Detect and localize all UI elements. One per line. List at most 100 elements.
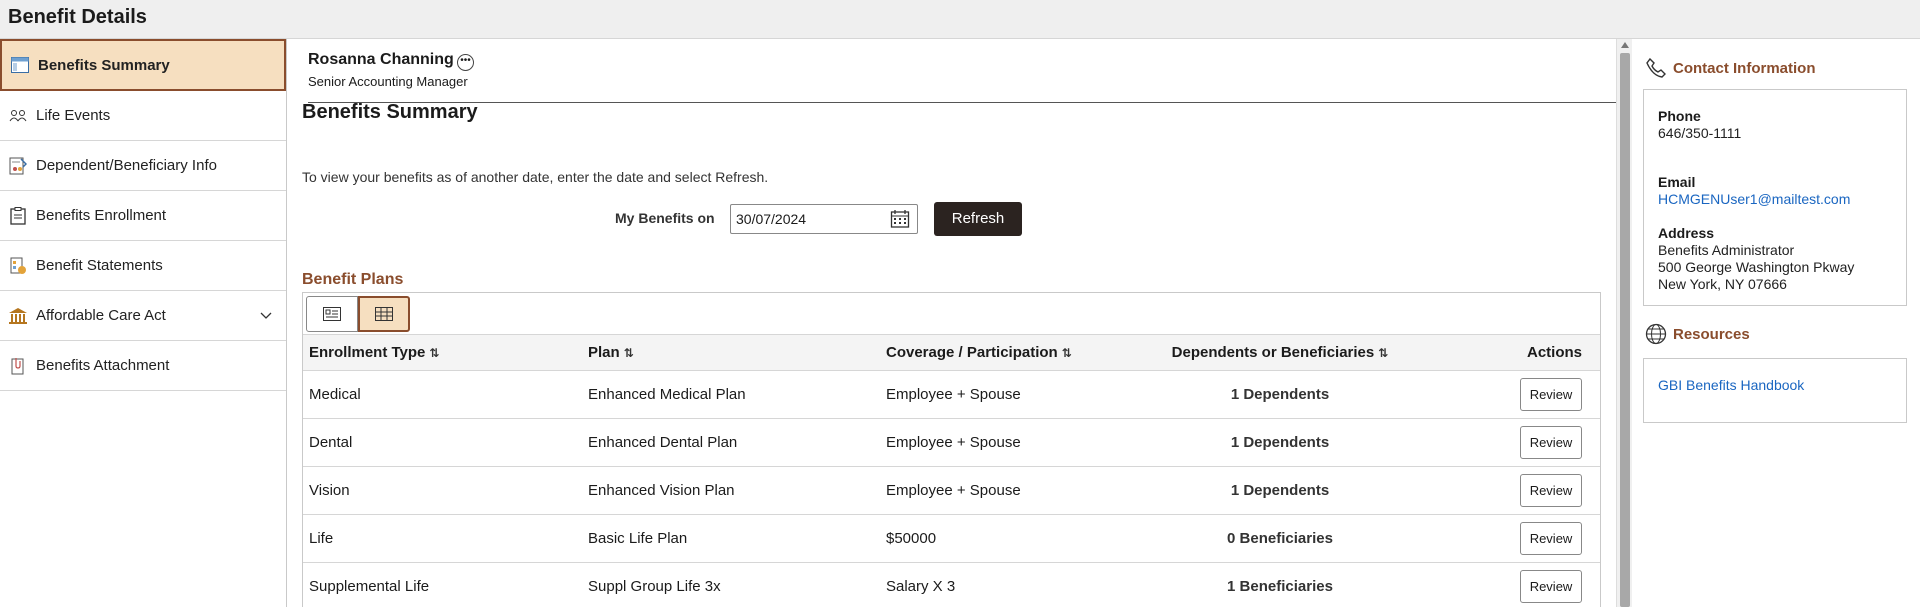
nav-item-label: Benefit Statements	[36, 257, 163, 274]
scrollbar-thumb[interactable]	[1620, 53, 1630, 607]
coverage-cell: Employee + Spouse	[880, 370, 1136, 419]
contact-heading: Contact Information	[1645, 57, 1816, 79]
nav-item-benefit-statements[interactable]: Benefit Statements	[0, 241, 286, 291]
dependents-cell: 0 Beneficiaries	[1136, 514, 1424, 563]
people-icon	[8, 106, 28, 126]
benefit-plans-title: Benefit Plans	[302, 271, 404, 288]
coverage-cell: Employee + Spouse	[880, 466, 1136, 515]
review-button[interactable]: Review	[1520, 474, 1582, 507]
dependent-form-icon	[8, 156, 28, 176]
nav-item-dependent-info[interactable]: Dependent/Beneficiary Info	[0, 141, 286, 191]
resources-heading: Resources	[1645, 323, 1750, 345]
table-row: Supplemental Life Suppl Group Life 3x Sa…	[303, 562, 1600, 607]
more-options-icon[interactable]: •••	[457, 54, 474, 71]
sort-icon[interactable]: ⇅	[1378, 346, 1388, 360]
nav-item-label: Dependent/Beneficiary Info	[36, 157, 217, 174]
address-line-2: 500 George Washington Pkway	[1658, 259, 1855, 275]
main-content: Rosanna Channing ••• Senior Accounting M…	[288, 39, 1616, 607]
nav-item-affordable-care-act[interactable]: Affordable Care Act	[0, 291, 286, 341]
globe-icon	[1645, 323, 1667, 345]
sort-icon[interactable]: ⇅	[624, 346, 634, 360]
summary-icon	[10, 55, 30, 75]
view-toggle	[306, 296, 410, 332]
column-header-actions: Actions	[1424, 334, 1600, 371]
dependents-cell: 1 Dependents	[1136, 370, 1424, 419]
review-button[interactable]: Review	[1520, 522, 1582, 555]
plan-cell: Enhanced Dental Plan	[582, 418, 880, 467]
nav-item-label: Affordable Care Act	[36, 307, 166, 324]
table-row: Dental Enhanced Dental Plan Employee + S…	[303, 418, 1600, 467]
contact-info-box: Phone 646/350-1111 Email HCMGENUser1@mai…	[1643, 89, 1907, 306]
enrollment-type-cell: Supplemental Life	[303, 562, 582, 607]
attachment-icon	[8, 356, 28, 376]
section-heading: Benefits Summary	[302, 101, 478, 123]
table-header-row: Enrollment Type ⇅ Plan ⇅ Coverage / Partic…	[303, 334, 1600, 371]
coverage-cell: Salary X 3	[880, 562, 1136, 607]
enrollment-type-cell: Vision	[303, 466, 582, 515]
column-header-dependents[interactable]: Dependents or Beneficiaries ⇅	[1136, 334, 1424, 371]
calendar-icon[interactable]	[890, 209, 910, 229]
card-view-button[interactable]	[306, 296, 358, 332]
phone-icon	[1645, 57, 1667, 79]
statement-icon	[8, 256, 28, 276]
address-line-1: Benefits Administrator	[1658, 242, 1795, 258]
person-job-title: Senior Accounting Manager	[308, 74, 468, 89]
enrollment-type-cell: Life	[303, 514, 582, 563]
phone-value: 646/350-1111	[1658, 125, 1742, 141]
review-button[interactable]: Review	[1520, 426, 1582, 459]
page-header: Benefit Details	[0, 0, 1920, 39]
chevron-down-icon[interactable]	[260, 307, 272, 324]
instructions-text: To view your benefits as of another date…	[302, 169, 769, 185]
page-title: Benefit Details	[8, 6, 147, 28]
table-row: Medical Enhanced Medical Plan Employee +…	[303, 370, 1600, 419]
plan-cell: Enhanced Vision Plan	[582, 466, 880, 515]
column-header-plan[interactable]: Plan ⇅	[582, 334, 880, 371]
date-label: My Benefits on	[615, 210, 715, 226]
address-label: Address	[1658, 225, 1715, 241]
enrollment-type-cell: Medical	[303, 370, 582, 419]
sort-icon[interactable]: ⇅	[429, 346, 439, 360]
scroll-up-icon[interactable]	[1621, 42, 1629, 48]
nav-item-benefits-attachment[interactable]: Benefits Attachment	[0, 341, 286, 391]
nav-item-label: Benefits Enrollment	[36, 207, 167, 224]
address-line-3: New York, NY 07666	[1658, 276, 1787, 292]
plan-cell: Enhanced Medical Plan	[582, 370, 880, 419]
dependents-cell: 1 Dependents	[1136, 466, 1424, 515]
card-view-icon	[323, 307, 341, 321]
nav-item-benefits-summary[interactable]: Benefits Summary	[0, 39, 286, 91]
email-link[interactable]: HCMGENUser1@mailtest.com	[1658, 191, 1850, 208]
review-button[interactable]: Review	[1520, 378, 1582, 411]
coverage-cell: $50000	[880, 514, 1136, 563]
refresh-button[interactable]: Refresh	[934, 202, 1022, 236]
coverage-cell: Employee + Spouse	[880, 418, 1136, 467]
column-header-enrollment-type[interactable]: Enrollment Type ⇅	[303, 334, 582, 371]
handbook-link[interactable]: GBI Benefits Handbook	[1658, 377, 1804, 394]
nav-item-label: Benefits Summary	[38, 56, 170, 74]
clipboard-icon	[8, 206, 28, 226]
email-label: Email	[1658, 174, 1696, 190]
nav-item-label: Life Events	[36, 107, 111, 124]
table-row: Life Basic Life Plan $50000 0 Beneficiar…	[303, 514, 1600, 563]
institution-icon	[8, 306, 28, 326]
nav-item-label: Benefits Attachment	[36, 357, 170, 374]
sort-icon[interactable]: ⇅	[1062, 346, 1072, 360]
enrollment-type-cell: Dental	[303, 418, 582, 467]
table-row: Vision Enhanced Vision Plan Employee + S…	[303, 466, 1600, 515]
person-name: Rosanna Channing	[308, 51, 454, 68]
plan-cell: Suppl Group Life 3x	[582, 562, 880, 607]
dependents-cell: 1 Dependents	[1136, 418, 1424, 467]
vertical-scrollbar[interactable]	[1616, 39, 1632, 607]
plan-cell: Basic Life Plan	[582, 514, 880, 563]
benefit-plans-table: Enrollment Type ⇅ Plan ⇅ Coverage / Partic…	[303, 334, 1600, 607]
dependents-cell: 1 Beneficiaries	[1136, 562, 1424, 607]
right-panel: Contact Information Phone 646/350-1111 E…	[1633, 39, 1920, 607]
review-button[interactable]: Review	[1520, 570, 1582, 603]
resources-box: GBI Benefits Handbook	[1643, 358, 1907, 423]
grid-view-button[interactable]	[358, 296, 410, 332]
nav-item-life-events[interactable]: Life Events	[0, 91, 286, 141]
benefit-plans-grid: Enrollment Type ⇅ Plan ⇅ Coverage / Partic…	[302, 292, 1601, 607]
grid-view-icon	[375, 307, 393, 321]
nav-item-benefits-enrollment[interactable]: Benefits Enrollment	[0, 191, 286, 241]
person-header: Rosanna Channing ••• Senior Accounting M…	[308, 51, 1616, 103]
column-header-coverage[interactable]: Coverage / Participation ⇅	[880, 334, 1136, 371]
